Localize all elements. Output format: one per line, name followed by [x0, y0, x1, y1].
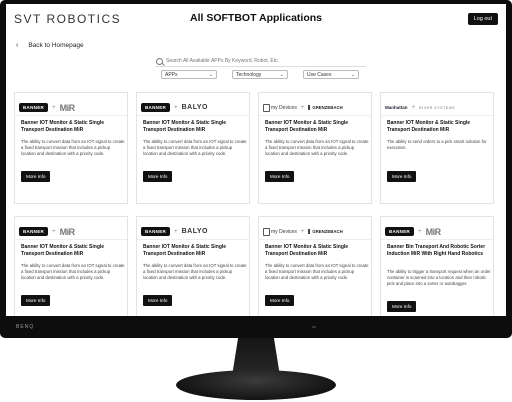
banner-logo: BANNER [19, 103, 49, 113]
app-card: BANNER + MiR Banner Bin Transport And Robo… [380, 216, 494, 316]
river-systems-logo: RIVER SYSTEMS [419, 105, 456, 110]
card-description: The ability to convert data from an IOT … [265, 139, 369, 156]
device-icon [263, 103, 270, 112]
mir-logo: MiR [59, 226, 76, 237]
card-divider [15, 239, 127, 240]
banner-logo: BANNER [141, 103, 171, 113]
more-info-button[interactable]: More Info [265, 171, 295, 182]
search-input[interactable] [156, 56, 366, 67]
technology-select-label: Technology [236, 72, 262, 78]
plus-icon: + [418, 228, 422, 235]
more-info-button[interactable]: More Info [21, 295, 51, 306]
chevron-down-icon: ⌄ [208, 72, 213, 78]
use-cases-select[interactable]: Use Cases ⌄ [303, 70, 359, 79]
monitor-bezel: SVT ROBOTICS All SOFTBOT Applications Lo… [0, 0, 512, 338]
card-title: Banner IOT Monitor & Static Single Trans… [21, 244, 105, 257]
grenzebach-logo: GRENZEBACH [308, 105, 343, 111]
plus-icon: + [300, 104, 305, 111]
mir-logo: MiR [425, 226, 442, 237]
more-info-button[interactable]: More Info [143, 171, 173, 182]
plus-icon: + [411, 104, 416, 111]
screen: SVT ROBOTICS All SOFTBOT Applications Lo… [6, 4, 506, 316]
mydevices-logo: my Devices [271, 104, 297, 111]
card-logos: BANNER + BALYO [141, 223, 247, 237]
back-label: Back to Homepage [28, 42, 84, 49]
card-title: Banner IOT Monitor & Static Single Trans… [265, 244, 349, 257]
balyo-logo: BALYO [181, 228, 208, 236]
card-title: Banner IOT Monitor & Static Single Trans… [143, 120, 227, 133]
card-divider [259, 239, 371, 240]
chevron-down-icon: ⌄ [279, 72, 284, 78]
card-description: The ability to convert data from an IOT … [21, 139, 125, 156]
card-description: The ability to convert data from an IOT … [21, 263, 125, 280]
card-divider [137, 115, 249, 116]
back-to-homepage-link[interactable]: ‹ Back to Homepage [16, 42, 84, 49]
plus-icon: + [174, 104, 178, 111]
logout-button[interactable]: Log out [467, 13, 498, 25]
chevron-left-icon: ‹ [16, 42, 19, 49]
banner-logo: BANNER [141, 227, 171, 237]
card-title: Banner Bin Transport And Robotic Sorter … [387, 244, 486, 257]
card-description: The ability to convert data from an IOT … [265, 263, 369, 280]
card-divider [381, 239, 493, 240]
plus-icon: + [52, 104, 56, 111]
card-description: The ability to send orders to a pick sma… [387, 139, 487, 150]
more-info-button[interactable]: More Info [143, 295, 173, 306]
balyo-logo: BALYO [181, 104, 208, 112]
power-led-icon [312, 326, 316, 328]
apps-select-label: APPs [165, 72, 178, 78]
card-logos: BANNER + BALYO [141, 99, 247, 113]
card-divider [15, 115, 127, 116]
filter-row: APPs ⌄ Technology ⌄ Use Cases ⌄ [161, 70, 361, 80]
monitor-chin: BENQ [0, 320, 512, 338]
app-card: my Devices + GRENZEBACH Banner IOT Monitor… [258, 92, 372, 204]
card-divider [259, 115, 371, 116]
device-icon [263, 227, 270, 236]
mydevices-logo: my Devices [271, 228, 297, 235]
apps-select[interactable]: APPs ⌄ [161, 70, 217, 79]
more-info-button[interactable]: More Info [265, 295, 295, 306]
card-description: The ability to convert data from an IOT … [143, 139, 247, 156]
card-description: The ability to trigger a transport reque… [387, 269, 491, 286]
more-info-button[interactable]: More Info [21, 171, 51, 182]
card-title: Banner IOT Monitor & Static Single Trans… [21, 120, 105, 133]
technology-select[interactable]: Technology ⌄ [232, 70, 288, 79]
card-logos: Manhattan + RIVER SYSTEMS [385, 99, 491, 113]
app-card: BANNER + BALYO Banner IOT Monitor & Static… [136, 92, 250, 204]
app-card: BANNER + MiR Banner IOT Monitor & Static S… [14, 216, 128, 316]
grenzebach-logo: GRENZEBACH [308, 229, 343, 235]
header: SVT ROBOTICS All SOFTBOT Applications Lo… [6, 4, 506, 32]
card-logos: BANNER + MiR [385, 223, 491, 237]
more-info-button[interactable]: More Info [387, 171, 417, 182]
card-title: Banner IOT Monitor & Static Single Trans… [387, 120, 471, 133]
manhattan-logo: Manhattan [385, 105, 408, 111]
card-title: Banner IOT Monitor & Static Single Trans… [143, 244, 227, 257]
chevron-down-icon: ⌄ [350, 72, 355, 78]
banner-logo: BANNER [385, 227, 415, 237]
plus-icon: + [174, 228, 178, 235]
card-divider [381, 115, 493, 116]
banner-logo: BANNER [19, 227, 49, 237]
use-cases-select-label: Use Cases [307, 72, 332, 78]
app-card: BANNER + MiR Banner IOT Monitor & Static S… [14, 92, 128, 204]
card-logos: my Devices + GRENZEBACH [263, 99, 369, 113]
card-title: Banner IOT Monitor & Static Single Trans… [265, 120, 349, 133]
search-icon [156, 58, 163, 65]
card-divider [137, 239, 249, 240]
plus-icon: + [52, 228, 56, 235]
monitor-stand-base [176, 370, 336, 400]
search-bar [156, 56, 366, 68]
mir-logo: MiR [59, 102, 76, 113]
more-info-button[interactable]: More Info [387, 301, 417, 312]
monitor-brand: BENQ [16, 324, 35, 330]
plus-icon: + [300, 228, 305, 235]
app-card: my Devices + GRENZEBACH Banner IOT Monitor… [258, 216, 372, 316]
app-card: Manhattan + RIVER SYSTEMS Banner IOT Monit… [380, 92, 494, 204]
app-card: BANNER + BALYO Banner IOT Monitor & Static… [136, 216, 250, 316]
card-logos: my Devices + GRENZEBACH [263, 223, 369, 237]
card-description: The ability to convert data from an IOT … [143, 263, 247, 280]
card-logos: BANNER + MiR [19, 223, 125, 237]
page-title: All SOFTBOT Applications [189, 12, 323, 24]
card-logos: BANNER + MiR [19, 99, 125, 113]
